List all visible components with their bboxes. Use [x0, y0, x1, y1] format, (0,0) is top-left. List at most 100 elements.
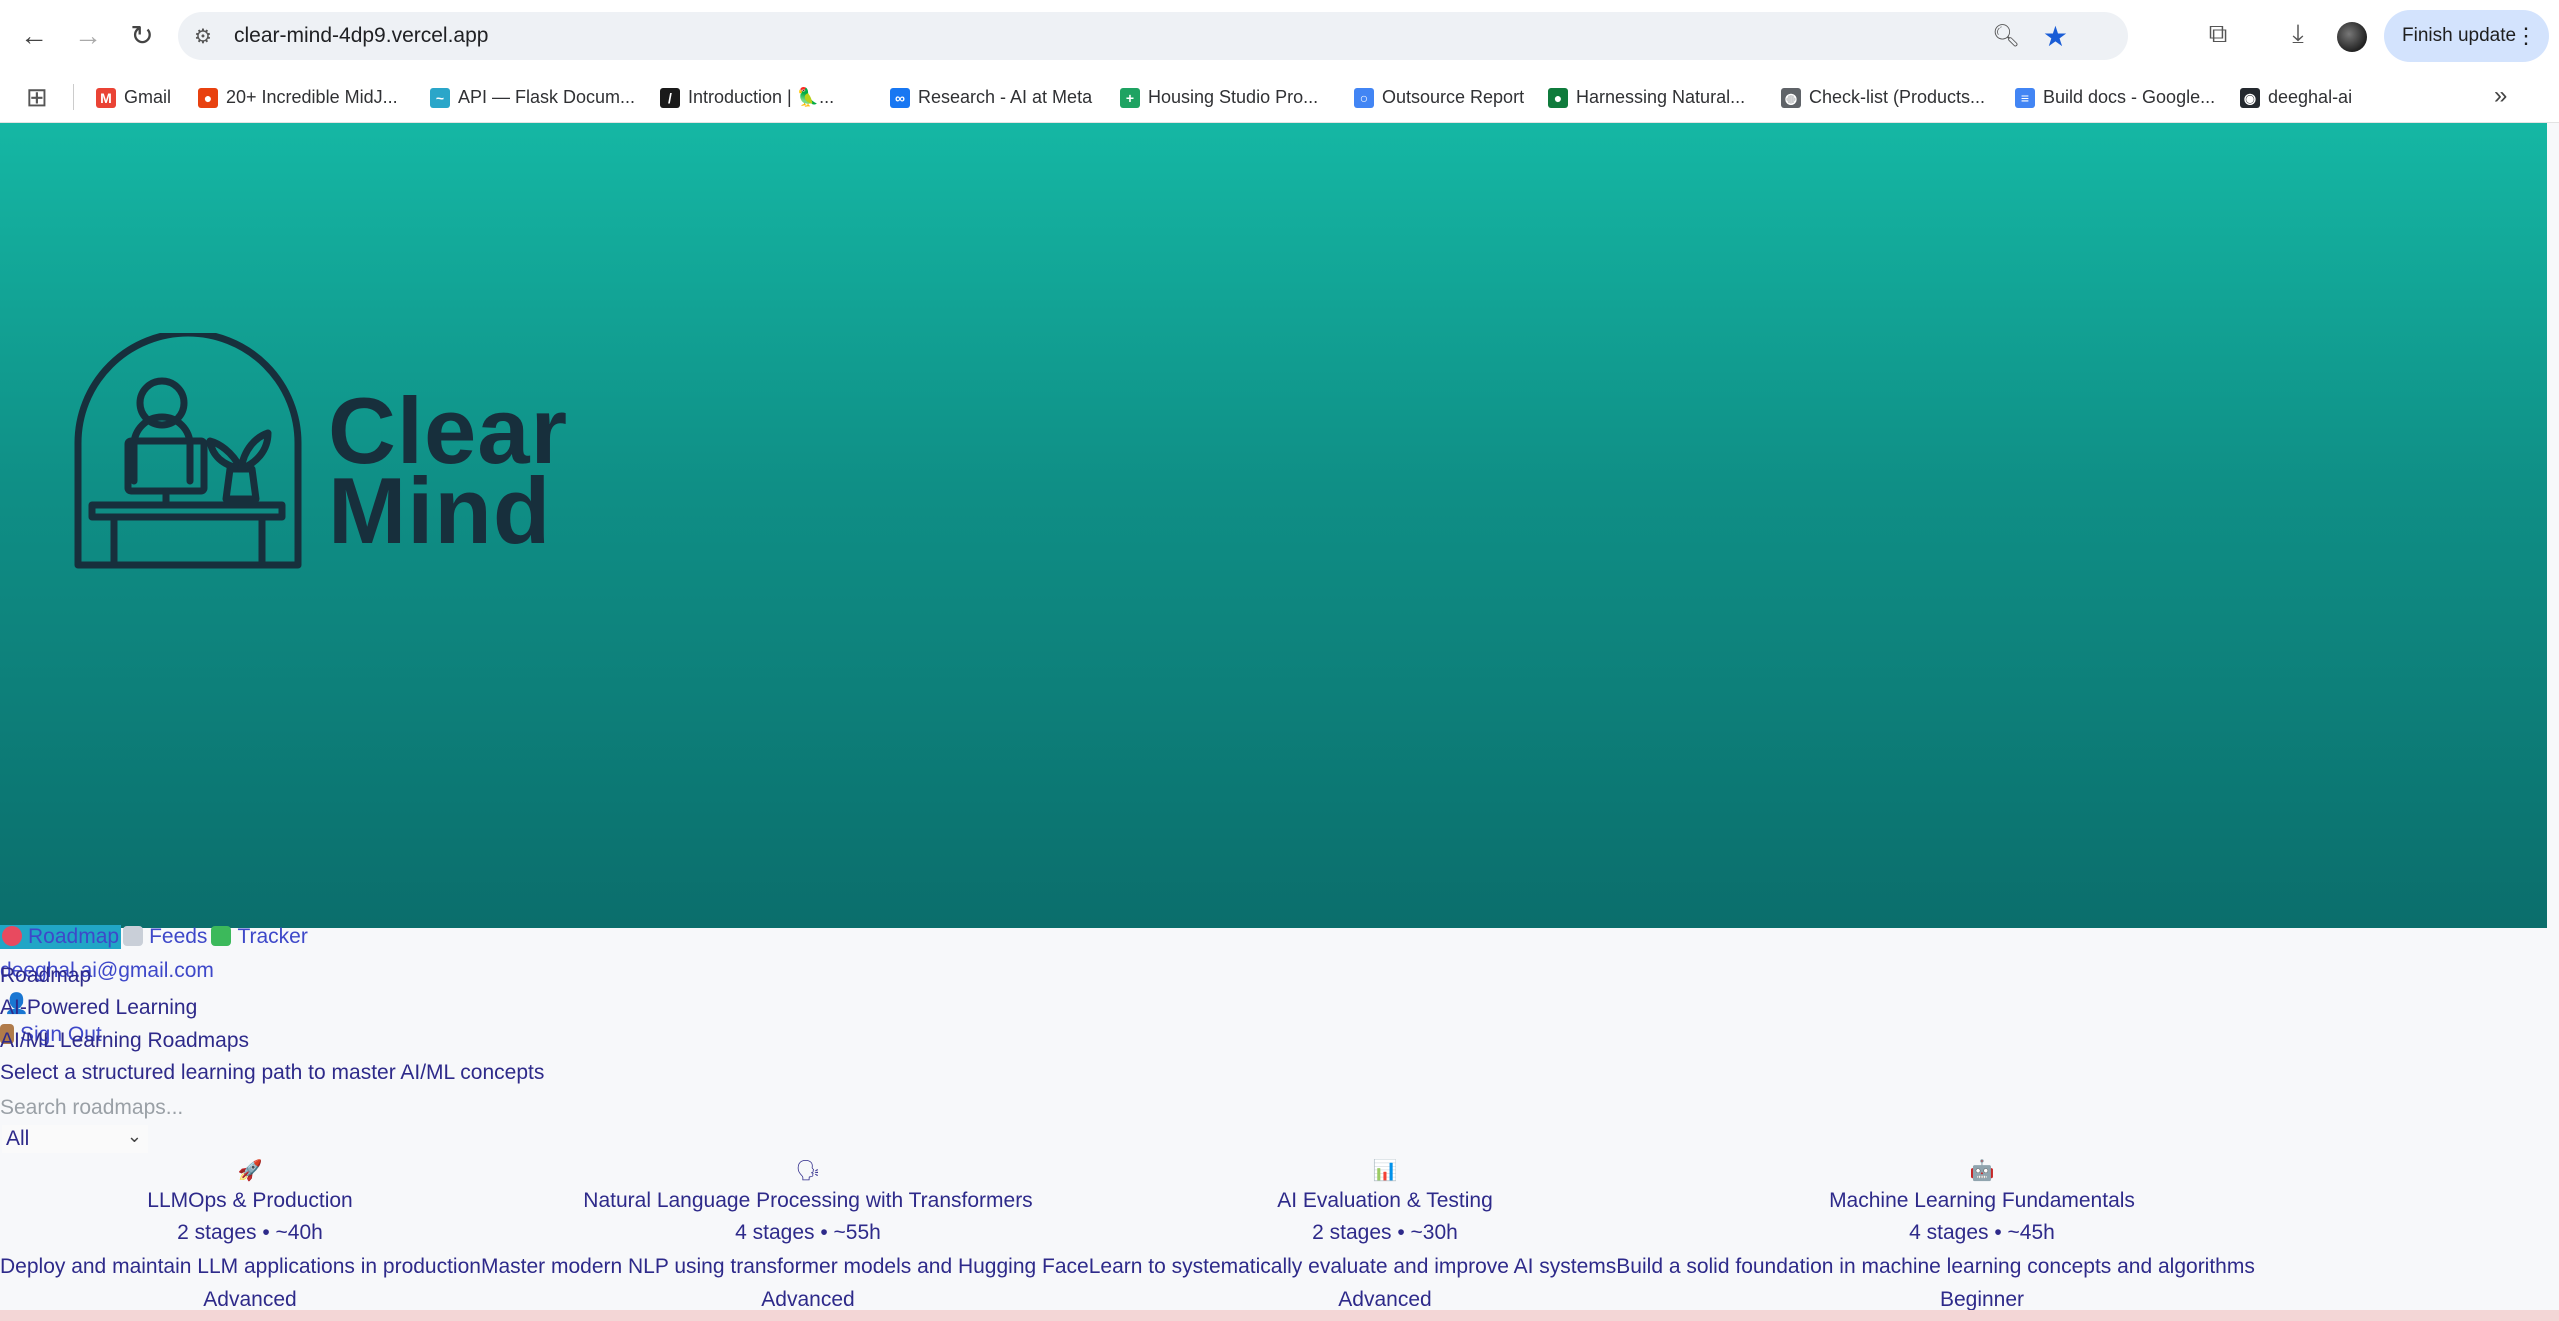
bookmark-favicon-icon: ●: [198, 88, 218, 109]
site-info-icon[interactable]: ⚙: [194, 24, 212, 49]
bookmarks-divider: [73, 84, 74, 110]
bookmark-item[interactable]: ◉ deeghal-ai: [2240, 84, 2352, 110]
roadmap-meta: 4 stages • ~55h: [735, 1221, 881, 1244]
nav-tracker[interactable]: Tracker: [209, 925, 309, 949]
clear-mind-logo: [74, 333, 302, 569]
search-input[interactable]: [0, 1094, 245, 1122]
chevron-down-icon: ⌄: [126, 1126, 142, 1146]
zoom-icon[interactable]: 🔍︎: [1992, 23, 2020, 49]
roadmap-level-badge: Advanced: [761, 1288, 855, 1311]
finish-update-label: Finish update: [2402, 25, 2517, 46]
bookmark-favicon-icon: ∞: [890, 88, 910, 109]
apps-grid-icon[interactable]: ⊞: [26, 82, 48, 113]
browser-toolbar: ← → ↻ ⚙ clear-mind-4dp9.vercel.app 🔍︎ ★ …: [0, 0, 2559, 72]
main-nav: Roadmap Feeds Tracker: [0, 925, 310, 949]
bookmark-item[interactable]: ● 20+ Incredible MidJ...: [198, 84, 398, 110]
bookmark-item[interactable]: ≡ Build docs - Google...: [2015, 84, 2215, 110]
bookmark-item[interactable]: ◍ Check-list (Products...: [1781, 84, 1985, 110]
url-text[interactable]: clear-mind-4dp9.vercel.app: [234, 24, 488, 48]
bookmark-favicon-icon: ~: [430, 88, 450, 109]
bookmark-item[interactable]: + Housing Studio Pro...: [1120, 84, 1318, 110]
nav-roadmap[interactable]: Roadmap: [0, 925, 122, 949]
bookmark-favicon-icon: ≡: [2015, 88, 2035, 109]
roadmap-description: Learn to systematically evaluate and imp…: [1088, 1255, 1617, 1278]
breadcrumb: Roadmap: [0, 964, 92, 987]
checkmark-icon: [211, 926, 232, 946]
bookmark-label: deeghal-ai: [2268, 87, 2353, 107]
roadmap-level-badge: Advanced: [1338, 1288, 1432, 1311]
bar-chart-icon: 📊: [1372, 1160, 1398, 1182]
page-title: AI/ML Learning Roadmaps: [0, 1029, 250, 1052]
bookmark-label: Housing Studio Pro...: [1148, 87, 1319, 107]
bookmark-item[interactable]: / Introduction | 🦜...: [660, 84, 834, 110]
bookmark-favicon-icon: ◍: [1781, 88, 1801, 109]
roadmap-card[interactable]: 🤖 Machine Learning Fundamentals 4 stages…: [1782, 1157, 2182, 1249]
bookmark-label: Check-list (Products...: [1809, 87, 1986, 107]
roadmap-meta: 2 stages • ~30h: [1312, 1221, 1458, 1244]
roadmap-description: Master modern NLP using transformer mode…: [480, 1255, 1089, 1278]
nav-tracker-label: Tracker: [237, 925, 308, 948]
bookmark-label: Outsource Report: [1382, 87, 1525, 107]
bottom-notification-strip: [0, 1310, 2559, 1321]
brand-line-2: Mind: [328, 458, 552, 563]
nav-feeds[interactable]: Feeds: [121, 925, 209, 949]
roadmap-title: LLMOps & Production: [147, 1189, 353, 1212]
target-icon: [2, 926, 22, 946]
page-subtitle: Select a structured learning path to mas…: [0, 1061, 545, 1084]
bookmark-label: 20+ Incredible MidJ...: [226, 87, 398, 107]
filter-value: All: [6, 1127, 30, 1150]
roadmap-title: Machine Learning Fundamentals: [1829, 1189, 2135, 1212]
bookmark-favicon-icon: +: [1120, 88, 1140, 109]
profile-avatar[interactable]: [2337, 22, 2367, 52]
roadmap-title: Natural Language Processing with Transfo…: [583, 1189, 1033, 1212]
menu-icon[interactable]: ⋮: [2515, 10, 2537, 62]
roadmap-description: Build a solid foundation in machine lear…: [1616, 1255, 2255, 1278]
roadmap-descriptions: Deploy and maintain LLM applications in …: [0, 1255, 2255, 1279]
roadmap-meta: 2 stages • ~40h: [177, 1221, 323, 1244]
roadmap-level-badge: Beginner: [1939, 1288, 2025, 1311]
roadmap-description: Deploy and maintain LLM applications in …: [0, 1255, 481, 1278]
bookmark-label: Introduction | 🦜...: [688, 87, 835, 107]
roadmap-title: AI Evaluation & Testing: [1277, 1189, 1493, 1212]
back-icon[interactable]: ←: [16, 18, 52, 54]
address-bar[interactable]: ⚙ clear-mind-4dp9.vercel.app 🔍︎ ★: [178, 12, 2128, 60]
more-bookmarks-icon[interactable]: »: [2494, 82, 2507, 110]
forward-icon[interactable]: →: [70, 18, 106, 54]
extensions-icon[interactable]: ⧉: [2200, 18, 2236, 50]
bookmark-item[interactable]: ● Harnessing Natural...: [1548, 84, 1745, 110]
bookmark-favicon-icon: ○: [1354, 88, 1374, 109]
rocket-icon: 🚀: [237, 1160, 263, 1182]
brand-wordmark: Clear Mind: [328, 384, 568, 563]
bookmark-favicon-icon: ●: [1548, 88, 1568, 109]
nav-roadmap-label: Roadmap: [28, 925, 120, 948]
nav-feeds-label: Feeds: [149, 925, 208, 948]
bookmark-item[interactable]: ∞ Research - AI at Meta: [890, 84, 1092, 110]
bookmark-item[interactable]: M Gmail: [96, 84, 171, 110]
level-filter-select[interactable]: All ⌄: [2, 1125, 148, 1153]
bookmark-label: API — Flask Docum...: [458, 87, 636, 107]
download-icon[interactable]: ⤓: [2280, 18, 2316, 50]
bookmark-item[interactable]: ~ API — Flask Docum...: [430, 84, 635, 110]
roadmap-meta: 4 stages • ~45h: [1909, 1221, 2055, 1244]
finish-update-button[interactable]: Finish update ⋮: [2384, 10, 2549, 62]
hero-banner: Clear Mind Roadmap Feeds Tracker deeghal.a…: [0, 123, 2547, 1046]
reload-icon[interactable]: ↻: [124, 18, 160, 54]
roadmap-level-badge: Advanced: [203, 1288, 297, 1311]
roadmap-card[interactable]: 🚀 LLMOps & Production 2 stages • ~40h: [100, 1157, 400, 1249]
bookmark-favicon-icon: M: [96, 88, 116, 109]
bookmark-favicon-icon: /: [660, 88, 680, 109]
speaking-head-icon: 🗣: [795, 1160, 821, 1182]
roadmap-card[interactable]: 📊 AI Evaluation & Testing 2 stages • ~30…: [1235, 1157, 1535, 1249]
newspaper-icon: [123, 926, 144, 946]
bookmarks-bar: ⊞ M Gmail ● 20+ Incredible MidJ... ~ API — Fl…: [0, 72, 2559, 123]
bookmark-item[interactable]: ○ Outsource Report: [1354, 84, 1524, 110]
roadmap-card[interactable]: 🗣 Natural Language Processing with Trans…: [558, 1157, 1058, 1249]
bookmark-label: Build docs - Google...: [2043, 87, 2216, 107]
bookmark-label: Harnessing Natural...: [1576, 87, 1746, 107]
bookmark-label: Research - AI at Meta: [918, 87, 1093, 107]
section-tag: AI-Powered Learning: [0, 996, 198, 1019]
robot-icon: 🤖: [1969, 1160, 1995, 1182]
bookmark-label: Gmail: [124, 87, 172, 107]
bookmark-favicon-icon: ◉: [2240, 88, 2260, 109]
bookmark-star-icon[interactable]: ★: [2043, 20, 2068, 53]
